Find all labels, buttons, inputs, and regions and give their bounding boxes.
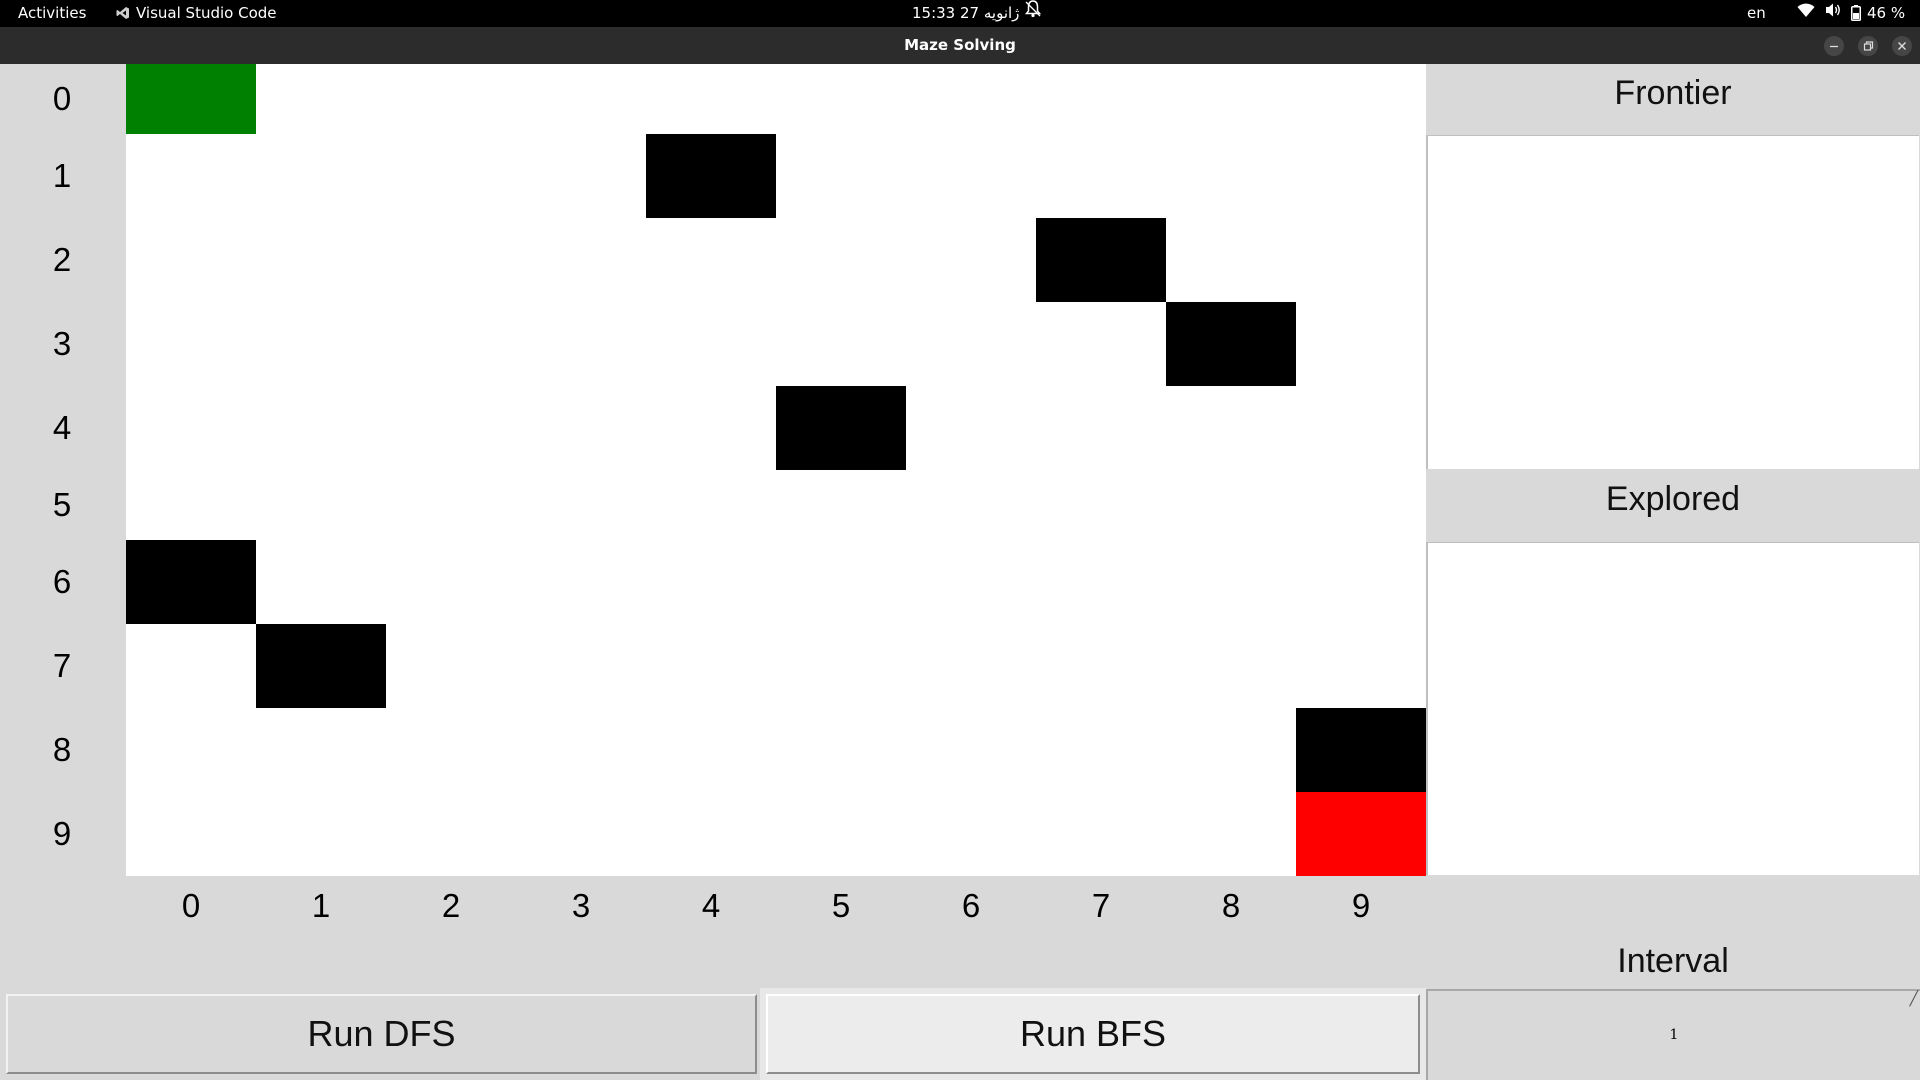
column-label: 0 (181, 887, 201, 924)
restore-icon (1863, 41, 1874, 51)
maze-wall-cell[interactable] (1166, 302, 1296, 386)
activities-button[interactable]: Activities (18, 0, 86, 27)
row-label: 0 (52, 80, 72, 117)
column-label: 1 (311, 887, 331, 924)
battery-indicator[interactable]: 46 % (1851, 0, 1905, 27)
minimize-icon (1830, 45, 1838, 48)
column-label: 5 (831, 887, 851, 924)
maze-wall-cell[interactable] (1296, 708, 1426, 792)
maze-app: 0123456789 0123456789 Frontier Explored … (0, 64, 1920, 1080)
restore-button[interactable] (1858, 36, 1878, 56)
column-label: 7 (1091, 887, 1111, 924)
run-dfs-button[interactable]: Run DFS (6, 994, 757, 1074)
column-label: 6 (961, 887, 981, 924)
maze-wall-cell[interactable] (256, 624, 386, 708)
column-label: 3 (571, 887, 591, 924)
system-top-bar: Activities Visual Studio Code 15:33 27 ژ… (0, 0, 1920, 27)
battery-icon (1851, 5, 1861, 21)
column-label: 8 (1221, 887, 1241, 924)
window-title-bar: Maze Solving (0, 27, 1920, 64)
clock[interactable]: 15:33 27 ژانویه (912, 0, 1019, 27)
wifi-icon[interactable] (1797, 0, 1815, 27)
row-label: 5 (52, 486, 72, 523)
column-label: 4 (701, 887, 721, 924)
volume-icon[interactable] (1825, 0, 1843, 27)
maze-start-cell[interactable] (126, 64, 256, 134)
interval-input[interactable]: 1 ╱ (1426, 989, 1920, 1080)
maze-wall-cell[interactable] (126, 540, 256, 624)
row-label: 3 (52, 325, 72, 362)
explored-list[interactable] (1426, 542, 1919, 875)
column-label: 9 (1351, 887, 1371, 924)
column-label: 2 (441, 887, 461, 924)
minimize-button[interactable] (1824, 36, 1844, 56)
close-button[interactable] (1892, 36, 1912, 56)
keyboard-language[interactable]: en (1747, 0, 1766, 27)
app-menu[interactable]: Visual Studio Code (116, 0, 277, 27)
maze-wall-cell[interactable] (1036, 218, 1166, 302)
row-label: 4 (52, 409, 72, 446)
window-title: Maze Solving (904, 36, 1016, 54)
maze-grid[interactable] (126, 64, 1426, 876)
close-icon (1898, 42, 1906, 50)
row-label: 8 (52, 731, 72, 768)
resize-grip-icon[interactable]: ╱ (1910, 991, 1918, 1007)
frontier-list[interactable] (1426, 135, 1919, 469)
explored-title: Explored (1605, 480, 1741, 518)
row-label: 9 (52, 815, 72, 852)
vscode-icon (116, 7, 129, 19)
row-label: 1 (52, 157, 72, 194)
run-bfs-button[interactable]: Run BFS (760, 988, 1426, 1080)
maze-wall-cell[interactable] (776, 386, 906, 470)
row-label: 6 (52, 563, 72, 600)
notification-bell-icon[interactable] (1024, 0, 1042, 27)
maze-wall-cell[interactable] (646, 134, 776, 218)
interval-title: Interval (1617, 942, 1729, 980)
battery-percentage: 46 % (1867, 4, 1906, 22)
app-name: Visual Studio Code (136, 4, 277, 22)
maze-goal-cell[interactable] (1296, 792, 1426, 876)
row-label: 2 (52, 241, 72, 278)
row-label: 7 (52, 647, 72, 684)
interval-value: 1 (1669, 1027, 1679, 1043)
frontier-title: Frontier (1614, 74, 1732, 112)
